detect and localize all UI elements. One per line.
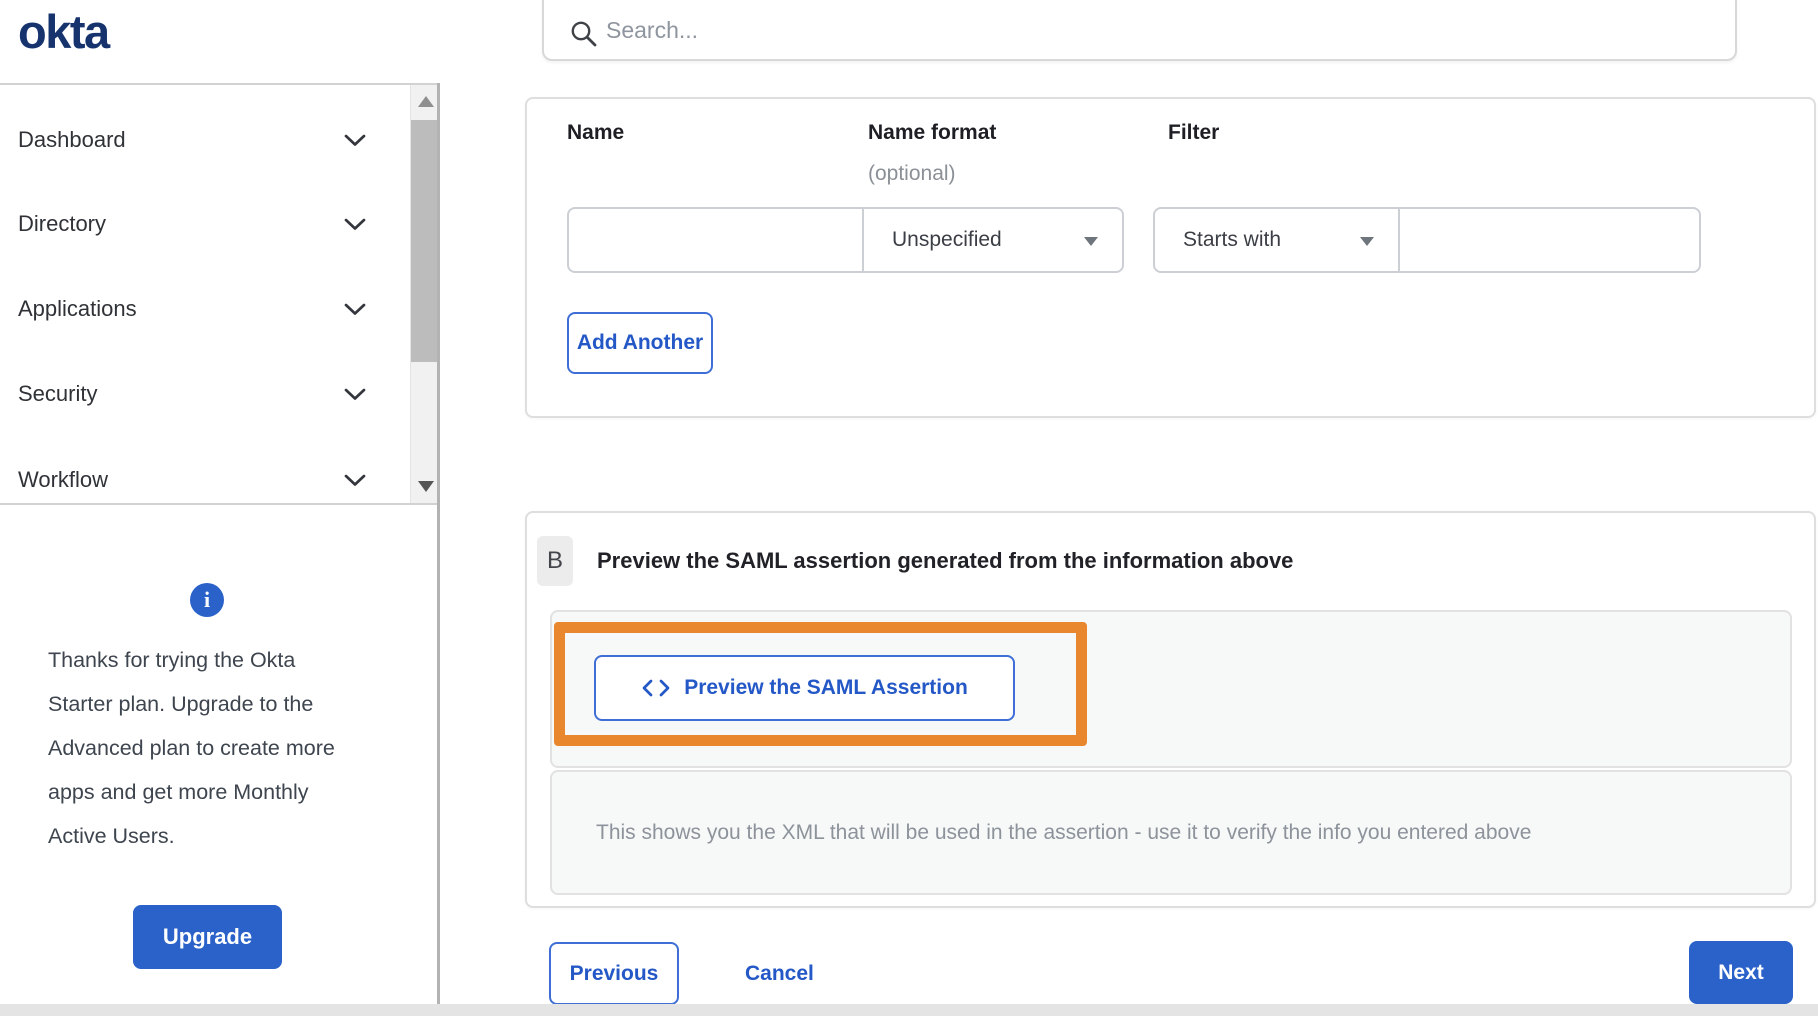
okta-admin-console: okta Dashboard Directory Applications xyxy=(0,0,1818,1016)
sidebar-item-workflow[interactable]: Workflow xyxy=(0,457,405,503)
step-b-badge: B xyxy=(537,536,573,586)
sidebar-content-divider xyxy=(437,83,440,1016)
chevron-down-icon xyxy=(344,474,366,492)
code-brackets-icon xyxy=(641,677,671,699)
sidebar-item-label: Security xyxy=(18,381,98,406)
cancel-link[interactable]: Cancel xyxy=(745,942,814,1005)
scroll-up-arrow-icon[interactable] xyxy=(418,96,434,107)
name-column-label: Name xyxy=(567,121,625,144)
preview-section-heading: Preview the SAML assertion generated fro… xyxy=(597,548,1294,573)
sidebar-scrollbar[interactable] xyxy=(410,85,440,503)
plan-notice-text: Thanks for trying the Okta Starter plan.… xyxy=(48,648,335,848)
name-field-group: Unspecified xyxy=(567,207,1124,273)
filter-column-label: Filter xyxy=(1168,121,1220,144)
sidebar-item-label: Directory xyxy=(18,211,107,236)
preview-description-text: This shows you the XML that will be used… xyxy=(596,820,1532,844)
attribute-statements-card: Name Name format (optional) Filter Unspe… xyxy=(525,97,1816,418)
search-input[interactable] xyxy=(606,2,1706,58)
scroll-down-arrow-icon[interactable] xyxy=(418,481,434,492)
sidebar-item-dashboard[interactable]: Dashboard xyxy=(0,117,405,163)
name-format-select[interactable]: Unspecified xyxy=(864,209,1122,271)
okta-logo: okta xyxy=(18,5,110,58)
name-format-column-label: Name format xyxy=(868,121,997,144)
sidebar-item-label: Workflow xyxy=(18,467,109,492)
preview-description-panel: This shows you the XML that will be used… xyxy=(550,770,1792,895)
chevron-down-icon xyxy=(344,218,366,236)
sidebar-item-label: Dashboard xyxy=(18,127,126,152)
page-bottom-edge xyxy=(0,1004,1818,1016)
info-icon: i xyxy=(190,583,224,617)
filter-field-group: Starts with xyxy=(1153,207,1701,273)
attribute-name-input[interactable] xyxy=(569,209,862,271)
chevron-down-icon xyxy=(344,388,366,406)
dropdown-caret-icon xyxy=(1360,237,1374,246)
dropdown-caret-icon xyxy=(1084,237,1098,246)
preview-button-label: Preview the SAML Assertion xyxy=(684,676,968,699)
search-icon xyxy=(570,20,598,53)
sidebar-item-security[interactable]: Security xyxy=(0,371,405,417)
filter-type-select[interactable]: Starts with xyxy=(1155,209,1398,271)
sidebar-item-directory[interactable]: Directory xyxy=(0,201,405,247)
filter-type-value: Starts with xyxy=(1183,228,1282,251)
next-button[interactable]: Next xyxy=(1689,941,1793,1004)
sidebar-nav: Dashboard Directory Applications Securit… xyxy=(0,83,440,505)
name-format-value: Unspecified xyxy=(892,228,1002,251)
preview-assertion-card: B Preview the SAML assertion generated f… xyxy=(525,511,1816,908)
preview-saml-assertion-button[interactable]: Preview the SAML Assertion xyxy=(594,655,1015,721)
sidebar-item-applications[interactable]: Applications xyxy=(0,286,405,332)
scrollbar-thumb[interactable] xyxy=(411,120,440,362)
upgrade-button[interactable]: Upgrade xyxy=(133,905,282,969)
filter-value-input[interactable] xyxy=(1400,209,1699,271)
chevron-down-icon xyxy=(344,303,366,321)
chevron-down-icon xyxy=(344,134,366,152)
global-search xyxy=(542,0,1737,61)
add-another-button[interactable]: Add Another xyxy=(567,312,713,374)
sidebar-item-label: Applications xyxy=(18,296,137,321)
previous-button[interactable]: Previous xyxy=(549,942,679,1005)
name-format-optional-hint: (optional) xyxy=(868,162,956,185)
